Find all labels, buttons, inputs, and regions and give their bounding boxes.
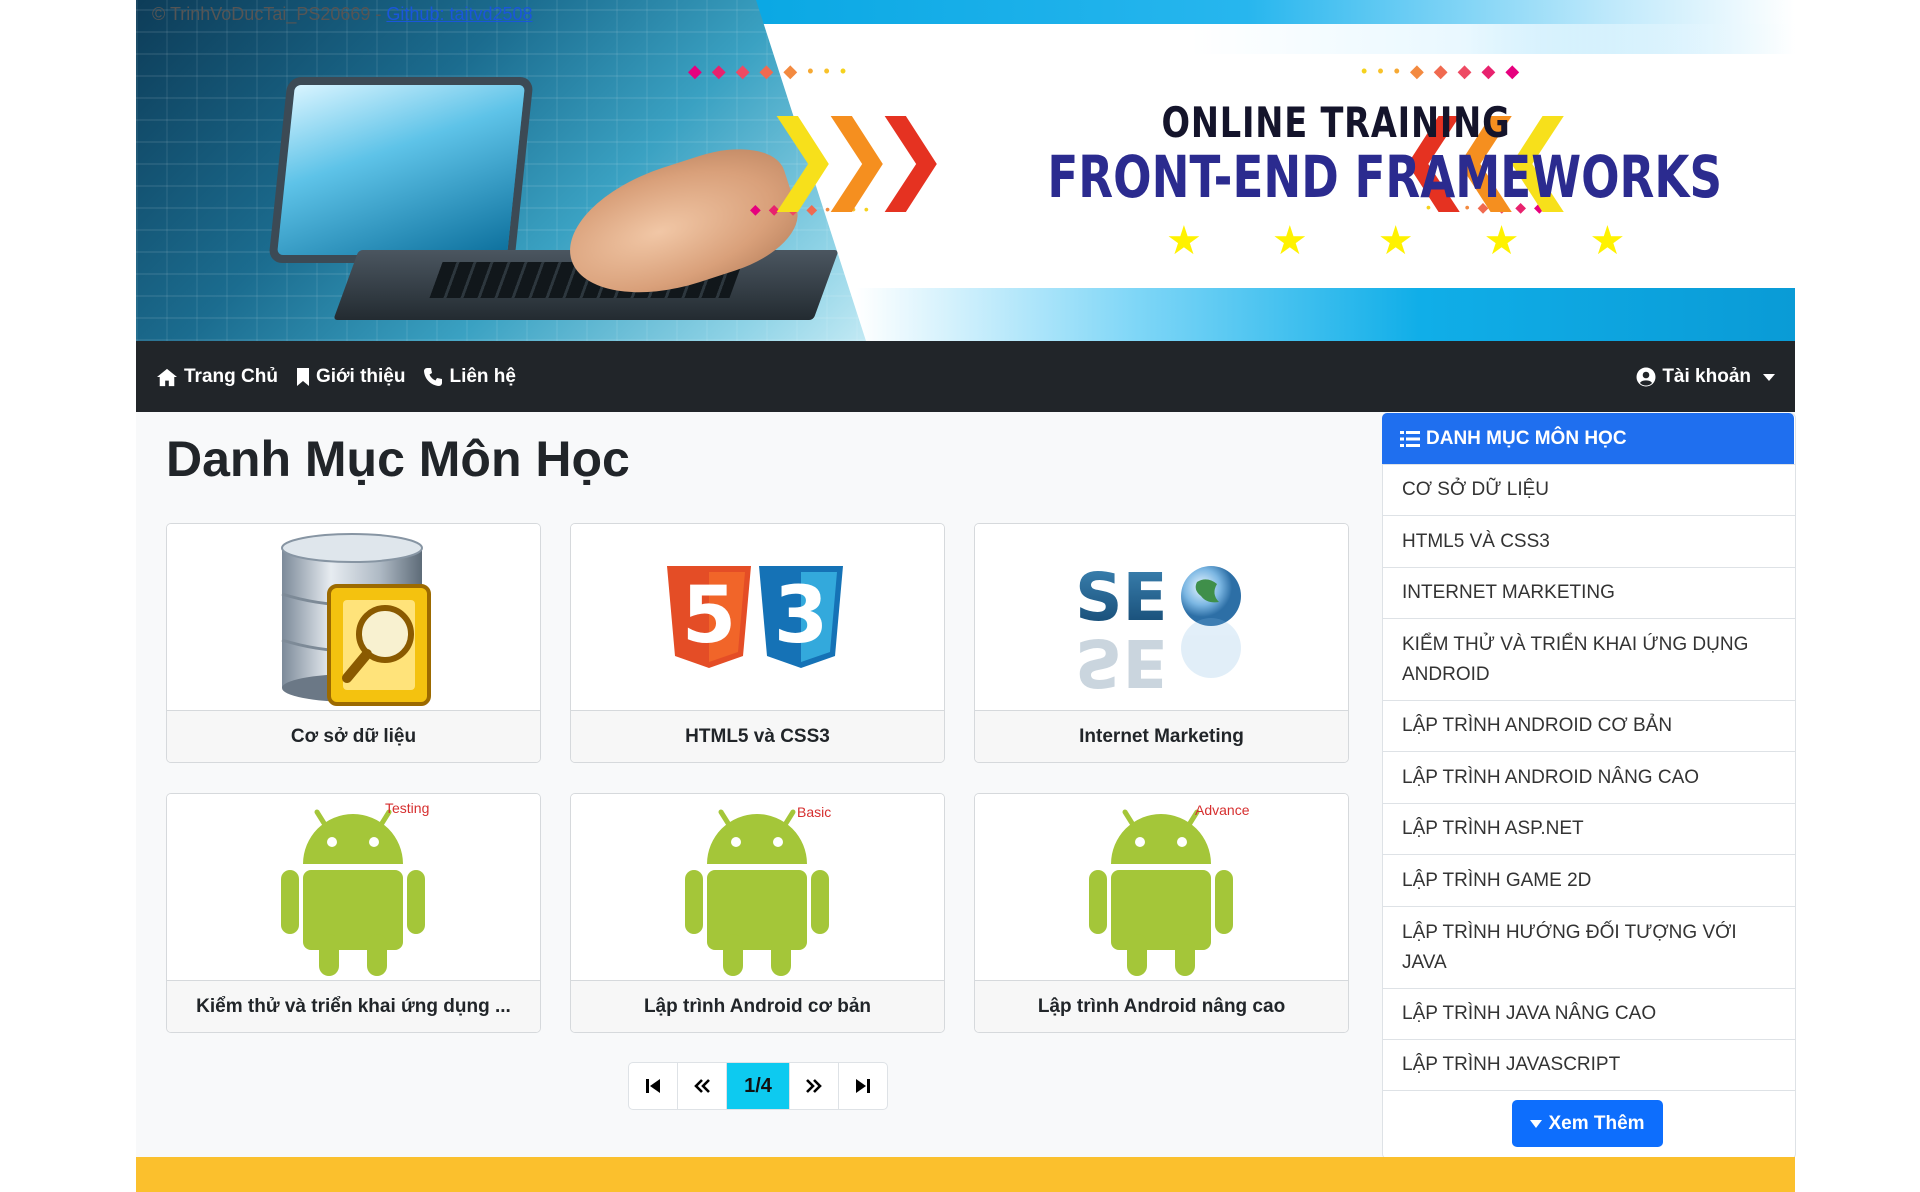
svg-text:3: 3: [774, 571, 828, 661]
account-dropdown[interactable]: Tài khoản: [1636, 341, 1775, 412]
card-title: Lập trình Android cơ bản: [571, 980, 944, 1032]
sidebar-item[interactable]: LẬP TRÌNH ANDROID NÂNG CAO: [1383, 751, 1795, 803]
banner-bottom-stripe: [856, 288, 1795, 341]
page-title: Danh Mục Môn Học: [166, 431, 630, 487]
card-image: 5 3: [571, 524, 944, 710]
caret-down-icon: [1763, 374, 1775, 381]
bookmark-icon: [296, 367, 309, 386]
card-image: SE SE: [975, 524, 1348, 710]
laptop-screen: [277, 85, 525, 255]
nav-home-label: Trang Chủ: [184, 365, 278, 387]
skip-start-icon: [646, 1079, 660, 1093]
android-icon: [281, 809, 425, 976]
sidebar-item[interactable]: LẬP TRÌNH JAVASCRIPT: [1383, 1039, 1795, 1091]
github-link[interactable]: Github: taitvd2508: [386, 4, 532, 24]
see-more-button[interactable]: Xem Thêm: [1512, 1100, 1663, 1147]
copyright-text: © TrinhVoDucTai_PS20669 - Github: taitvd…: [152, 4, 533, 25]
chevron-right-icon: ❯: [870, 100, 951, 212]
banner-line1: ONLINE TRAINING: [1161, 98, 1511, 147]
sidebar-item[interactable]: LẬP TRÌNH ASP.NET: [1383, 803, 1795, 854]
sidebar-item[interactable]: KIỂM THỬ VÀ TRIỂN KHAI ỨNG DỤNG ANDROID: [1383, 618, 1795, 700]
nav-contact-label: Liên hệ: [449, 365, 516, 387]
card-title: Kiểm thử và triển khai ứng dụng ...: [167, 980, 540, 1032]
phone-icon: [424, 367, 443, 386]
chevron-double-right-icon: [806, 1079, 822, 1093]
next-page-button[interactable]: [789, 1063, 838, 1109]
nav-about-label: Giới thiệu: [315, 365, 406, 387]
svg-text:SE: SE: [1075, 624, 1168, 701]
caret-down-icon: [1530, 1119, 1543, 1128]
sidebar-item[interactable]: LẬP TRÌNH JAVA NÂNG CAO: [1383, 988, 1795, 1039]
banner: © TrinhVoDucTai_PS20669 - Github: taitvd…: [136, 0, 1795, 341]
account-label: Tài khoản: [1662, 365, 1751, 387]
footer-bar: [136, 1157, 1795, 1192]
nav-about[interactable]: Giới thiệu: [296, 365, 406, 388]
nav-contact[interactable]: Liên hệ: [423, 366, 516, 388]
chevron-double-left-icon: [694, 1079, 710, 1093]
course-card[interactable]: Testing Kiểm thử và triển khai ứng dụng …: [166, 793, 541, 1033]
banner-top-stripe-highlight: [696, 24, 1795, 54]
card-tag: Testing: [385, 800, 430, 816]
pagination: 1/4: [628, 1062, 888, 1110]
sidebar-item[interactable]: CƠ SỞ DỮ LIỆU: [1383, 464, 1795, 515]
sidebar-item[interactable]: LẬP TRÌNH HƯỚNG ĐỐI TƯỢNG VỚI JAVA: [1383, 906, 1795, 988]
database-search-icon: [281, 533, 431, 706]
card-title: HTML5 và CSS3: [571, 710, 944, 762]
home-icon: [157, 368, 177, 386]
course-card[interactable]: Cơ sở dữ liệu: [166, 523, 541, 763]
card-image: Testing: [167, 794, 540, 980]
svg-text:5: 5: [682, 571, 736, 661]
sidebar-item[interactable]: LẬP TRÌNH GAME 2D: [1383, 854, 1795, 906]
android-icon: [1089, 809, 1233, 976]
copyright-owner: © TrinhVoDucTai_PS20669 -: [152, 4, 382, 24]
card-image: Basic: [571, 794, 944, 980]
decorative-dots-top-left: ◆◆◆◆◆•••: [688, 61, 857, 81]
skip-end-icon: [856, 1079, 870, 1093]
decorative-dots-top-right: •••◆◆◆◆◆: [1361, 61, 1530, 81]
android-icon: [685, 809, 829, 976]
banner-line2: FRONT-END FRAMEWORKS: [1047, 143, 1723, 211]
card-image: Advance: [975, 794, 1348, 980]
first-page-button[interactable]: [629, 1063, 677, 1109]
card-title: Lập trình Android nâng cao: [975, 980, 1348, 1032]
prev-page-button[interactable]: [677, 1063, 726, 1109]
sidebar-title: DANH MỤC MÔN HỌC: [1426, 427, 1627, 449]
category-sidebar: DANH MỤC MÔN HỌC CƠ SỞ DỮ LIỆU HTML5 VÀ …: [1382, 413, 1796, 1159]
last-page-button[interactable]: [838, 1063, 887, 1109]
card-title: Internet Marketing: [975, 710, 1348, 762]
nav-home[interactable]: Trang Chủ: [156, 366, 278, 388]
card-image: [167, 524, 540, 710]
html5-css3-logo: 5 3: [667, 566, 843, 668]
see-more-label: Xem Thêm: [1548, 1112, 1645, 1134]
user-circle-icon: [1636, 367, 1656, 386]
course-card[interactable]: Basic Lập trình Android cơ bản: [570, 793, 945, 1033]
sidebar-header: DANH MỤC MÔN HỌC: [1382, 413, 1794, 464]
page: © TrinhVoDucTai_PS20669 - Github: taitvd…: [136, 0, 1796, 1192]
banner-headline: ONLINE TRAINING FRONT-END FRAMEWORKS: [966, 98, 1723, 211]
sidebar-item[interactable]: HTML5 VÀ CSS3: [1383, 515, 1795, 567]
course-card[interactable]: SE SE Internet Marketing: [974, 523, 1349, 763]
card-tag: Basic: [797, 804, 832, 820]
sidebar-item[interactable]: INTERNET MARKETING: [1383, 567, 1795, 618]
card-tag: Advance: [1195, 802, 1250, 818]
card-title: Cơ sở dữ liệu: [167, 710, 540, 762]
star-icons: ★★★★★: [1166, 219, 1696, 263]
sidebar-item[interactable]: LẬP TRÌNH ANDROID CƠ BẢN: [1383, 700, 1795, 751]
seo-globe-icon: SE SE: [1075, 559, 1241, 701]
current-page[interactable]: 1/4: [726, 1063, 789, 1109]
list-icon: [1400, 430, 1420, 447]
course-card[interactable]: 5 3 HTML5 và CSS3: [570, 523, 945, 763]
navbar: Trang Chủ Giới thiệu Liên hệ Tài khoản: [136, 341, 1795, 412]
course-card[interactable]: Advance Lập trình Android nâng cao: [974, 793, 1349, 1033]
